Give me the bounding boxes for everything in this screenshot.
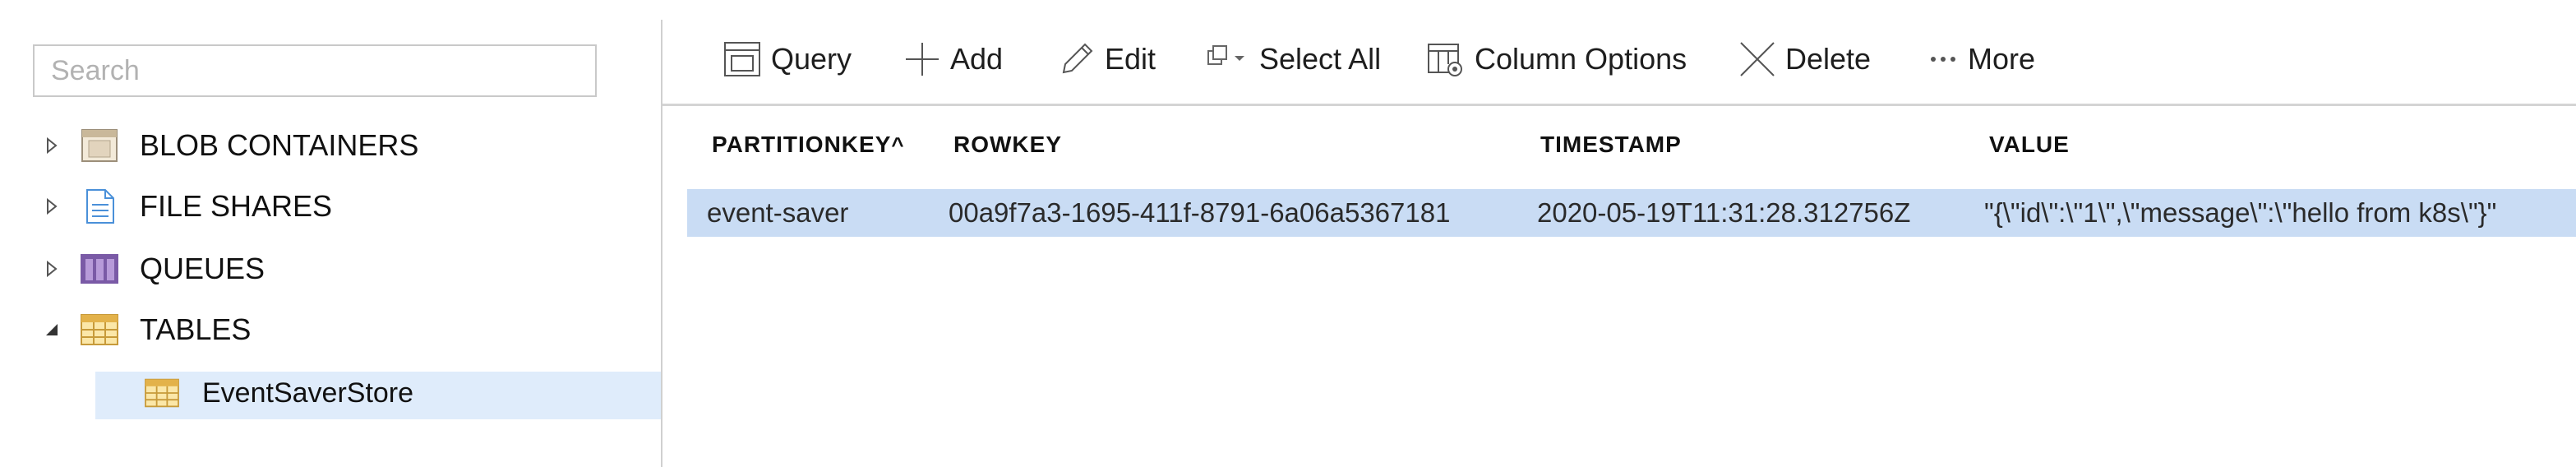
- tree-item-queues[interactable]: QUEUES: [0, 240, 661, 298]
- column-header-value[interactable]: VALUE: [1989, 132, 2070, 158]
- pencil-icon: [1057, 39, 1096, 79]
- cell-partitionkey: event-saver: [707, 197, 849, 228]
- more-label: More: [1968, 42, 2036, 76]
- sort-ascending-icon: ^: [891, 132, 905, 157]
- delete-label: Delete: [1785, 42, 1872, 76]
- cell-rowkey: 00a9f7a3-1695-411f-8791-6a06a5367181: [949, 197, 1451, 228]
- more-button[interactable]: More: [1927, 33, 2035, 86]
- queue-icon: [79, 251, 120, 287]
- close-icon: [1738, 39, 1777, 79]
- tree-item-label: FILE SHARES: [140, 189, 333, 223]
- select-all-icon: [1205, 43, 1251, 76]
- plus-icon: [903, 39, 942, 79]
- ellipsis-icon: [1927, 43, 1960, 76]
- edit-label: Edit: [1105, 42, 1156, 76]
- column-options-label: Column Options: [1475, 42, 1687, 76]
- tree-item-label: QUEUES: [140, 252, 265, 285]
- edit-button[interactable]: Edit: [1057, 33, 1156, 86]
- add-label: Add: [950, 42, 1004, 76]
- select-all-button[interactable]: Select All: [1205, 33, 1381, 86]
- blob-container-icon: [79, 127, 120, 164]
- toolbar-divider: [662, 104, 2576, 106]
- cell-value: "{\"id\":\"1\",\"message\":\"hello from …: [1984, 197, 2497, 228]
- expand-caret-icon[interactable]: [43, 197, 61, 215]
- sidebar: BLOB CONTAINERS FILE SHARES: [0, 0, 661, 467]
- select-all-label: Select All: [1259, 42, 1382, 76]
- expand-caret-icon[interactable]: [43, 136, 61, 155]
- column-options-button[interactable]: Column Options: [1425, 33, 1687, 86]
- query-button[interactable]: Query: [722, 33, 852, 86]
- tree-item-label: BLOB CONTAINERS: [140, 128, 419, 162]
- column-header-timestamp[interactable]: TIMESTAMP: [1540, 132, 1682, 158]
- expand-caret-icon[interactable]: [43, 260, 61, 278]
- column-header-rowkey[interactable]: ROWKEY: [953, 132, 1062, 158]
- cell-timestamp: 2020-05-19T11:31:28.312756Z: [1537, 197, 1911, 228]
- search-input[interactable]: [33, 44, 597, 97]
- column-options-icon: [1425, 39, 1466, 79]
- collapse-caret-icon[interactable]: [43, 321, 61, 339]
- table-icon: [143, 377, 181, 409]
- tree-item-blob-containers[interactable]: BLOB CONTAINERS: [0, 117, 661, 174]
- table-icon: [79, 312, 120, 348]
- tree-item-label: TABLES: [140, 312, 252, 346]
- delete-button[interactable]: Delete: [1738, 33, 1871, 86]
- tree-item-tables[interactable]: TABLES: [0, 301, 661, 358]
- add-button[interactable]: Add: [903, 33, 1003, 86]
- query-label: Query: [771, 42, 852, 76]
- tree-item-label: EventSaverStore: [202, 377, 414, 409]
- column-header-partitionkey[interactable]: PARTITIONKEY^: [712, 132, 905, 158]
- query-icon: [722, 39, 763, 79]
- file-share-icon: [79, 188, 120, 224]
- tree-item-file-shares[interactable]: FILE SHARES: [0, 178, 661, 235]
- column-header-label: PARTITIONKEY: [712, 132, 892, 157]
